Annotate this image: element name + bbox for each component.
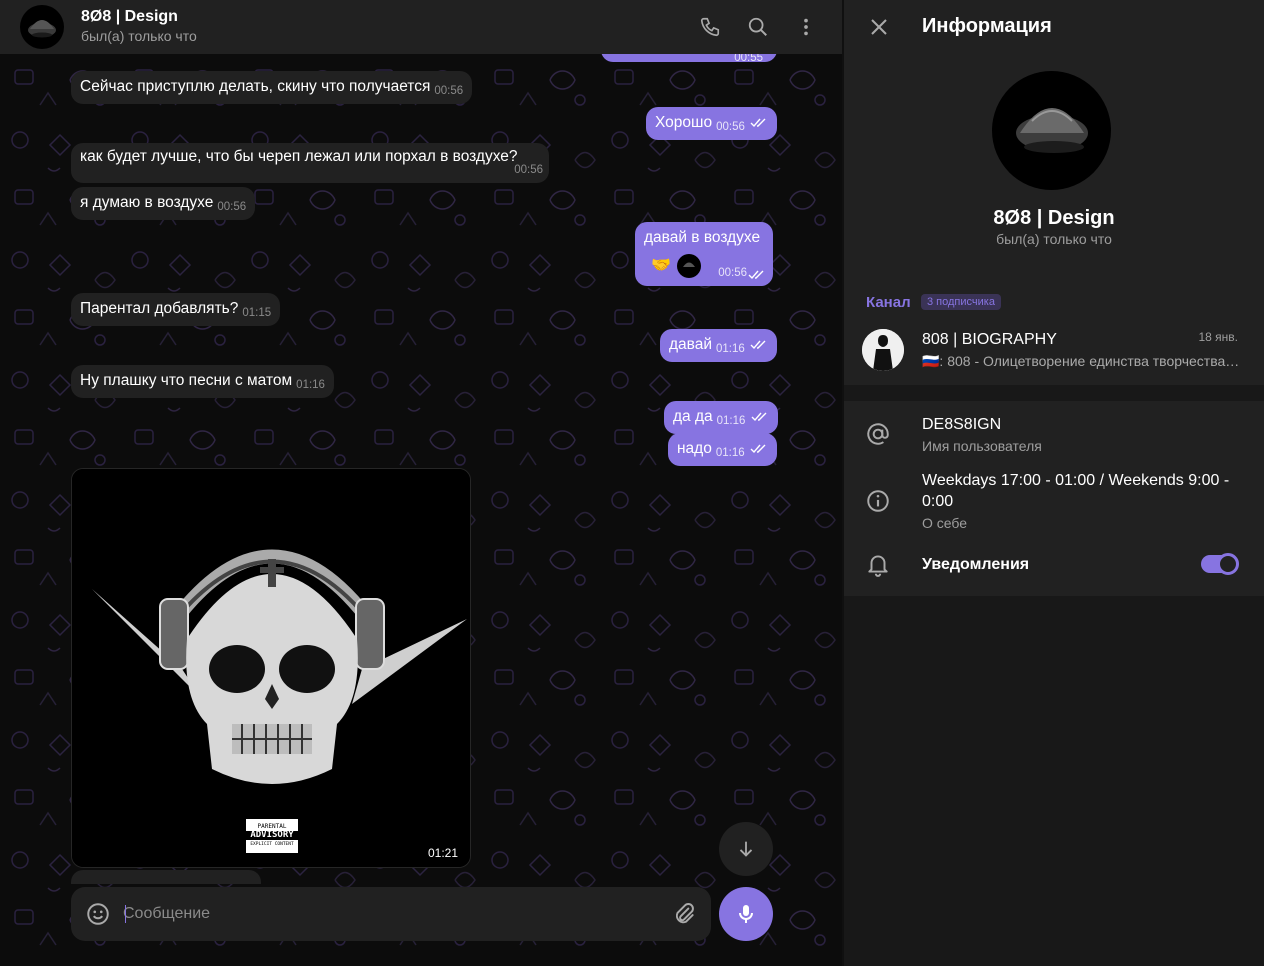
username-label: Имя пользователя	[922, 438, 1042, 454]
info-panel: Информация 8Ø8 | Design был(а) только чт…	[844, 0, 1264, 966]
more-vertical-icon	[804, 18, 808, 36]
message-text: Хорошо	[655, 114, 713, 131]
info-icon	[864, 487, 892, 515]
channel-date: 18 янв.	[1198, 330, 1238, 344]
call-button[interactable]	[695, 12, 725, 42]
search-button[interactable]	[743, 12, 773, 42]
close-icon	[871, 19, 887, 35]
notifications-toggle[interactable]	[1201, 553, 1239, 575]
image-message[interactable]: PARENTAL ADVISORY EXPLICIT CONTENT 01:21	[71, 468, 471, 868]
username-value[interactable]: DE8S8IGN	[922, 414, 1242, 435]
message-time: 01:16	[296, 379, 325, 391]
profile-avatar[interactable]	[992, 71, 1111, 190]
message-outgoing[interactable]: да да 01:16	[664, 401, 778, 434]
search-icon	[748, 17, 767, 36]
message-incoming[interactable]: как будет лучше, что бы череп лежал или …	[71, 143, 549, 183]
custom-emoji-avatar	[677, 254, 701, 278]
message-incoming[interactable]: Парентал добавлять? 01:15	[71, 293, 281, 326]
close-button[interactable]	[864, 12, 894, 42]
smile-icon	[87, 903, 109, 925]
avatar[interactable]	[20, 5, 64, 49]
double-check-icon	[750, 340, 766, 349]
emoji-button[interactable]	[85, 901, 111, 927]
message-text: давай в воздухе	[644, 229, 761, 246]
message-time: 01:16	[715, 447, 745, 459]
bio-label: О себе	[922, 515, 968, 531]
message-time: 01:16	[716, 343, 745, 355]
message-incoming-partial[interactable]	[71, 870, 261, 884]
message-outgoing[interactable]: давай 01:16	[660, 329, 778, 362]
message-composer	[71, 887, 711, 941]
message-time: 00:56	[434, 85, 464, 97]
message-text: Сейчас приступлю делать, скину что получ…	[80, 78, 431, 95]
message-text: как будет лучше, что бы череп лежал или …	[80, 148, 518, 165]
message-text: Ну плашку что песни с матом	[80, 372, 293, 389]
message-time: 00:56	[514, 164, 543, 176]
details-section: DE8S8IGN Имя пользователя Weekdays 17:00…	[844, 401, 1264, 596]
handshake-emoji: 🤝	[651, 257, 671, 274]
double-check-icon	[748, 270, 764, 280]
message-outgoing[interactable]: давай в воздухе 🤝 00:56	[635, 222, 773, 286]
message-time: 00:56	[718, 267, 747, 279]
at-sign-icon	[864, 420, 892, 448]
profile-status: был(а) только что	[996, 231, 1112, 247]
channel-preview: 🇷🇺: 808 - Олицетворение единства творчес…	[922, 353, 1242, 369]
arrow-down-icon	[739, 841, 753, 857]
message-incoming[interactable]: Сейчас приступлю делать, скину что получ…	[71, 71, 473, 104]
bell-icon	[864, 550, 892, 578]
subscriber-count-badge: 3 подписчика	[921, 294, 1001, 310]
profile-section: Информация 8Ø8 | Design был(а) только чт…	[844, 0, 1264, 385]
message-time: 01:15	[242, 307, 272, 319]
message-text: надо	[677, 440, 712, 457]
phone-icon	[700, 17, 720, 37]
message-input[interactable]	[123, 901, 653, 927]
media-time: 01:21	[423, 845, 462, 861]
message-text: Парентал добавлять?	[80, 300, 239, 317]
chat-panel: 8Ø8 | Design был(а) только что 00:55 Сей…	[0, 0, 842, 966]
channel-avatar	[862, 329, 904, 371]
notifications-label: Уведомления	[922, 556, 1030, 573]
toggle-knob	[1217, 553, 1239, 575]
more-button[interactable]	[791, 12, 821, 42]
message-outgoing[interactable]: надо 01:16	[668, 433, 777, 466]
message-text: давай	[669, 336, 713, 353]
double-check-icon	[751, 412, 767, 421]
message-outgoing[interactable]: Хорошо 00:56	[646, 107, 778, 140]
paperclip-icon	[675, 903, 694, 924]
skull-artwork	[72, 469, 470, 867]
chat-header: 8Ø8 | Design был(а) только что	[0, 0, 842, 54]
chat-title: 8Ø8 | Design	[81, 8, 178, 25]
attach-button[interactable]	[671, 901, 697, 927]
message-text: я думаю в воздухе	[80, 194, 214, 211]
message-text: да да	[673, 408, 713, 425]
message-incoming[interactable]: я думаю в воздухе 00:56	[71, 187, 256, 220]
message-time: 00:56	[217, 201, 247, 213]
panel-title: Информация	[922, 15, 1052, 37]
profile-name: 8Ø8 | Design	[993, 207, 1115, 229]
microphone-icon	[739, 905, 753, 923]
text-caret	[125, 905, 126, 923]
linked-channel-item[interactable]: 808 | BIOGRAPHY 18 янв. 🇷🇺: 808 - Олицет…	[844, 322, 1264, 378]
channel-label: Канал	[866, 294, 911, 311]
voice-record-button[interactable]	[719, 887, 773, 941]
double-check-icon	[750, 118, 766, 127]
channel-name: 808 | BIOGRAPHY	[922, 331, 1057, 348]
message-time: 01:16	[716, 415, 746, 427]
parental-advisory-label: PARENTAL ADVISORY EXPLICIT CONTENT	[246, 819, 298, 853]
chat-status: был(а) только что	[81, 28, 197, 44]
double-check-icon	[750, 444, 766, 453]
bio-value[interactable]: Weekdays 17:00 - 01:00 / Weekends 9:00 -…	[922, 470, 1242, 512]
message-time: 00:56	[716, 121, 745, 133]
message-incoming[interactable]: Ну плашку что песни с матом 01:16	[71, 365, 334, 398]
scroll-down-button[interactable]	[719, 822, 773, 876]
